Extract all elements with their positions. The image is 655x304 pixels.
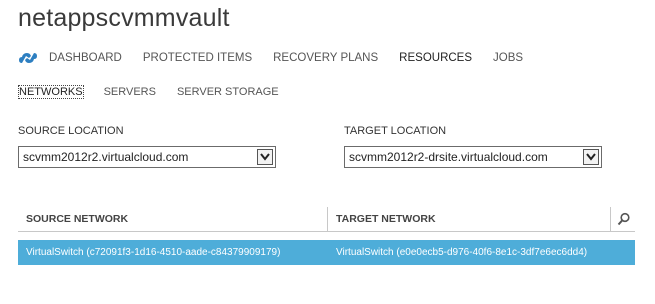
search-icon[interactable]	[617, 212, 631, 226]
column-source-network[interactable]: SOURCE NETWORK	[26, 213, 128, 225]
page-title: netappscvmmvault	[18, 4, 230, 32]
target-location-select[interactable]: scvmm2012r2-drsite.virtualcloud.com	[344, 146, 602, 168]
nav-recovery-plans[interactable]: RECOVERY PLANS	[273, 52, 378, 64]
nav-resources[interactable]: RESOURCES	[399, 52, 472, 64]
tab-networks[interactable]: NETWORKS	[18, 85, 84, 99]
target-network-cell: VirtualSwitch (e0e0ecb5-d976-40f6-8e1c-3…	[336, 247, 588, 258]
chevron-down-icon[interactable]	[257, 149, 273, 165]
nav-protected-items[interactable]: PROTECTED ITEMS	[143, 52, 252, 64]
table-header: SOURCE NETWORK TARGET NETWORK	[18, 207, 635, 232]
tab-servers[interactable]: SERVERS	[103, 85, 157, 99]
source-location-label: SOURCE LOCATION	[18, 125, 124, 137]
top-nav: DASHBOARD PROTECTED ITEMS RECOVERY PLANS…	[18, 49, 544, 67]
nav-dashboard[interactable]: DASHBOARD	[49, 52, 122, 64]
source-location-select[interactable]: scvmm2012r2.virtualcloud.com	[18, 146, 276, 168]
table-row[interactable]: VirtualSwitch (c72091f3-1d16-4510-aade-c…	[18, 240, 635, 265]
target-location-label: TARGET LOCATION	[344, 125, 447, 137]
sub-nav: NETWORKS SERVERS SERVER STORAGE	[18, 85, 299, 99]
nav-jobs[interactable]: JOBS	[493, 52, 523, 64]
source-location-value: scvmm2012r2.virtualcloud.com	[23, 150, 189, 164]
column-target-network[interactable]: TARGET NETWORK	[336, 213, 436, 225]
column-divider	[327, 207, 328, 231]
cloud-icon[interactable]	[18, 51, 38, 65]
target-location-value: scvmm2012r2-drsite.virtualcloud.com	[349, 150, 548, 164]
chevron-down-icon[interactable]	[583, 149, 599, 165]
column-divider	[610, 207, 611, 231]
source-network-cell: VirtualSwitch (c72091f3-1d16-4510-aade-c…	[26, 247, 281, 258]
tab-server-storage[interactable]: SERVER STORAGE	[176, 85, 280, 99]
